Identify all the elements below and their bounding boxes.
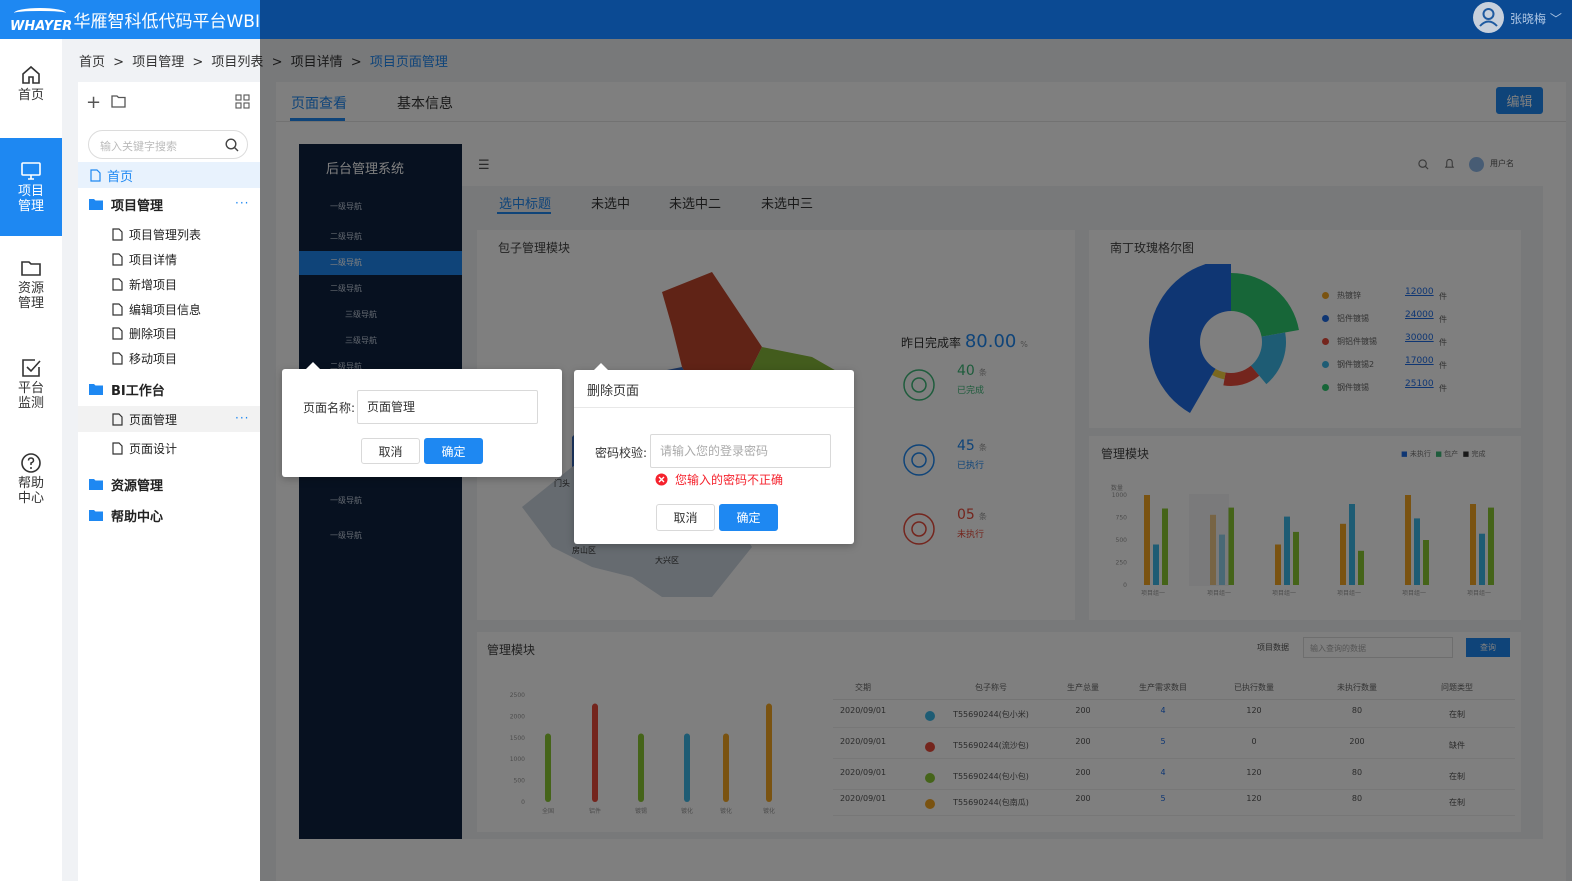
- page-name-label: 页面名称:: [303, 401, 356, 415]
- nav-help-center[interactable]: 帮助中心: [0, 452, 62, 512]
- nav-label: 帮助中心: [17, 476, 44, 506]
- folder-icon: [21, 261, 41, 276]
- user-avatar[interactable]: [1473, 2, 1504, 33]
- tree-item-label: 帮助中心: [111, 509, 164, 525]
- breadcrumb-separator: >: [113, 55, 125, 70]
- user-name: 张晓梅: [1510, 12, 1547, 26]
- tree-item-label: 项目管理: [111, 198, 164, 214]
- tree-item[interactable]: 编辑项目信息: [78, 296, 260, 322]
- tree-item-label: 资源管理: [111, 478, 164, 494]
- user-menu[interactable]: 张晓梅 ﹀: [1510, 10, 1562, 27]
- nav-home[interactable]: 首页: [0, 64, 62, 124]
- page-name-value: 页面管理: [367, 400, 416, 414]
- password-error: 您输入的密码不正确: [655, 471, 783, 488]
- left-nav: 首页 项目管理 资源管理 平台监测 帮助中心: [0, 39, 62, 881]
- rename-confirm-button[interactable]: 确定: [424, 438, 483, 464]
- file-icon: [112, 326, 123, 340]
- help-circle-icon: [21, 453, 41, 473]
- tree-item-label: 项目管理列表: [129, 227, 202, 242]
- nav-label: 项目管理: [17, 184, 44, 214]
- tree-item-label: 新增项目: [129, 277, 178, 292]
- add-icon[interactable]: +: [86, 92, 101, 113]
- check-square-icon: [22, 359, 41, 377]
- delete-cancel-button[interactable]: 取消: [656, 504, 715, 531]
- file-icon: [112, 277, 123, 291]
- app-title: 华雁智科低代码平台WBI: [73, 12, 261, 32]
- tree-search-placeholder: 输入关键字搜索: [100, 140, 177, 153]
- delete-dialog-title: 删除页面: [587, 384, 640, 399]
- file-icon: [90, 168, 101, 182]
- delete-page-dialog: 删除页面 密码校验: 请输入您的登录密码 您输入的密码不正确 取消 确定: [574, 363, 854, 544]
- monitor-icon: [21, 162, 41, 180]
- breadcrumb-project-list[interactable]: 项目列表: [211, 55, 263, 70]
- tree-item-label: 页面管理: [129, 412, 178, 427]
- tree-item[interactable]: 资源管理: [78, 471, 260, 497]
- user-icon: [1479, 8, 1498, 27]
- brand-logo: WHAYER: [10, 7, 72, 34]
- tree-item-label: 首页: [107, 169, 134, 185]
- nav-label: 首页: [17, 88, 44, 103]
- tree-item[interactable]: 帮助中心: [78, 502, 260, 528]
- rename-page-popover: 页面名称: 页面管理 取消 确定: [282, 362, 562, 477]
- page-name-input[interactable]: 页面管理: [357, 390, 538, 424]
- tree-item[interactable]: 页面设计: [78, 435, 260, 461]
- password-input[interactable]: 请输入您的登录密码: [650, 434, 831, 468]
- file-icon: [112, 227, 123, 241]
- tree-item-label: 删除项目: [129, 326, 178, 341]
- tree-item-label: 编辑项目信息: [129, 302, 202, 317]
- nav-project-management[interactable]: 项目管理: [0, 138, 62, 236]
- tree-item[interactable]: 项目详情: [78, 246, 260, 272]
- popover-arrow: [306, 362, 320, 369]
- tree-item-label: 移动项目: [129, 351, 178, 366]
- tree-item[interactable]: 页面管理 ···: [78, 406, 260, 432]
- tree-item[interactable]: 项目管理 ···: [78, 191, 260, 217]
- file-icon: [112, 252, 123, 266]
- rename-cancel-button[interactable]: 取消: [361, 438, 420, 464]
- password-placeholder: 请输入您的登录密码: [660, 444, 769, 458]
- breadcrumb-separator: >: [192, 55, 204, 70]
- file-icon: [112, 441, 123, 455]
- new-folder-icon[interactable]: [111, 94, 126, 108]
- nav-resource-management[interactable]: 资源管理: [0, 257, 62, 317]
- nav-label: 平台监测: [17, 381, 44, 411]
- folder-icon: [89, 199, 103, 210]
- tree-item[interactable]: 项目管理列表: [78, 221, 260, 247]
- delete-confirm-button[interactable]: 确定: [719, 504, 778, 531]
- home-icon: [22, 65, 40, 84]
- tree-item[interactable]: 移动项目: [78, 345, 260, 371]
- nav-platform-monitor[interactable]: 平台监测: [0, 357, 62, 417]
- chevron-down-icon: ﹀: [1549, 12, 1562, 26]
- file-icon: [112, 302, 123, 316]
- tree-search-box[interactable]: 输入关键字搜索: [88, 130, 248, 159]
- more-options-icon[interactable]: ···: [235, 196, 249, 210]
- breadcrumb-home[interactable]: 首页: [79, 55, 105, 70]
- tree-item[interactable]: BI工作台: [78, 376, 260, 402]
- folder-icon: [89, 479, 103, 490]
- folder-icon: [89, 384, 103, 395]
- nav-label: 资源管理: [17, 281, 44, 311]
- tree-item-label: 项目详情: [129, 252, 178, 267]
- tree-item[interactable]: 删除项目: [78, 320, 260, 346]
- popover-arrow: [594, 363, 608, 370]
- file-icon: [112, 351, 123, 365]
- breadcrumb-project-management[interactable]: 项目管理: [132, 55, 184, 70]
- logo-area: WHAYER 华雁智科低代码平台WBI: [0, 0, 260, 39]
- error-icon: [655, 473, 668, 486]
- password-error-text: 您输入的密码不正确: [675, 473, 784, 487]
- grid-view-icon[interactable]: [235, 94, 250, 109]
- tree-item[interactable]: 新增项目: [78, 271, 260, 297]
- password-label: 密码校验:: [595, 446, 648, 460]
- more-options-icon[interactable]: ···: [235, 411, 249, 425]
- tree-item[interactable]: 首页: [78, 162, 260, 188]
- dialog-divider: [574, 407, 854, 408]
- folder-icon: [89, 510, 103, 521]
- tree-item-label: 页面设计: [129, 441, 178, 456]
- tree-item-label: BI工作台: [111, 383, 165, 399]
- file-icon: [112, 412, 123, 426]
- search-icon[interactable]: [225, 138, 239, 152]
- page-tree-panel: + 输入关键字搜索 首页项目管理 ··· 项目管理列表 项目详情新增项目编辑项目信息删…: [78, 82, 260, 881]
